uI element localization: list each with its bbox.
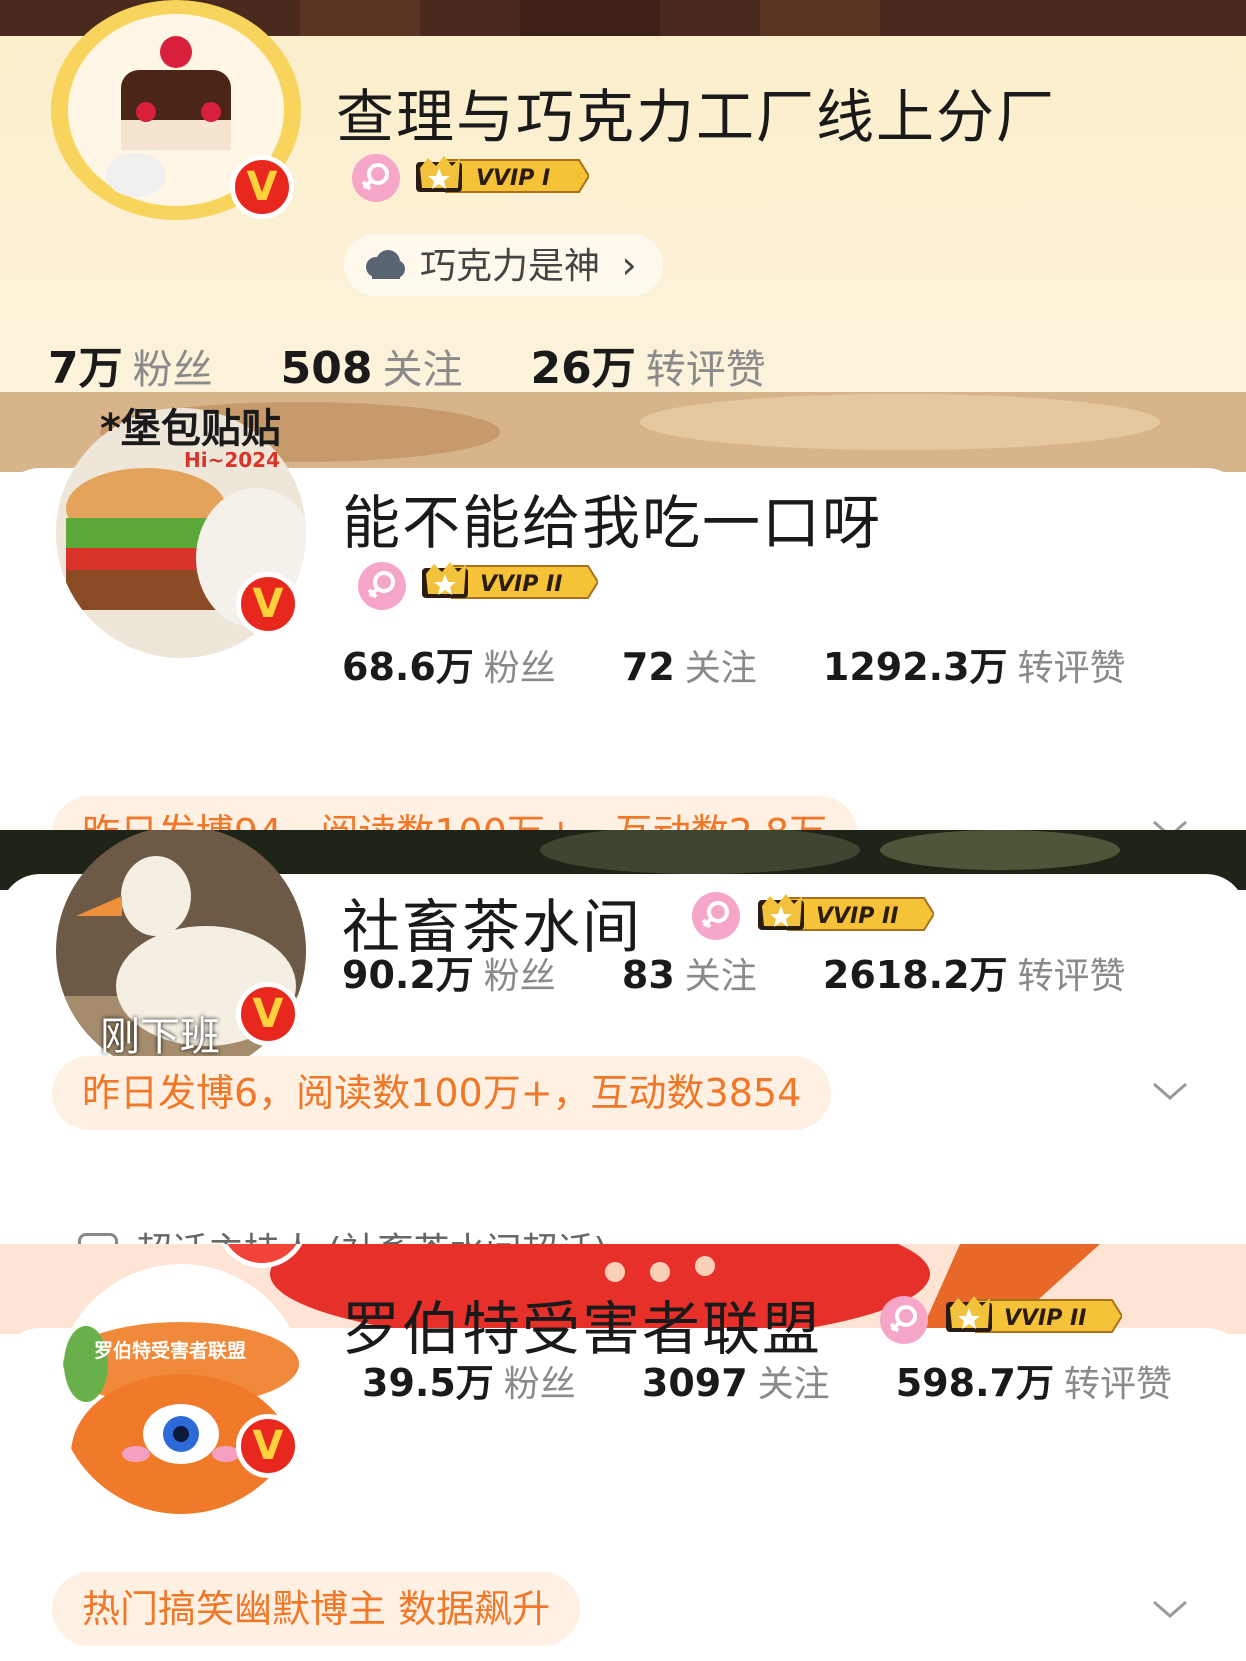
vvip-level-text: VVIP II [816,904,898,929]
chevron-down-icon[interactable] [1150,1076,1190,1106]
profile-panel-1: V 查理与巧克力工厂线上分厂 VVIP I 巧克力是神 › 7万 粉丝 508 关注… [0,0,1246,392]
female-gender-icon [692,892,740,940]
stats-row: 68.6万 粉丝 72 关注 1292.3万 转评赞 [342,636,1180,691]
avatar-subcaption: Hi~2024 [184,448,281,472]
followers-stat[interactable]: 90.2万 粉丝 [342,944,556,999]
female-gender-icon [358,562,406,610]
stats-row: 90.2万 粉丝 83 关注 2618.2万 转评赞 [342,944,1180,999]
profile-panel-3: 刚下班 V 社畜茶水间 VVIP II 90.2万 粉丝 83 关注 2618.2万… [0,830,1246,1244]
verified-v-icon: V [230,155,294,219]
cloud-icon [366,250,405,279]
stats-row: 7万 粉丝 508 关注 26万 转评赞 [48,332,820,392]
following-stat[interactable]: 508 关注 [281,337,463,392]
followers-stat[interactable]: 68.6万 粉丝 [342,636,556,691]
followers-stat[interactable]: 39.5万 粉丝 [362,1352,576,1407]
stats-row: 39.5万 粉丝 3097 关注 598.7万 转评赞 [362,1352,1226,1407]
supertopic-icon [78,1233,118,1244]
verified-v-icon: V [236,572,300,636]
following-stat[interactable]: 83 关注 [622,947,757,999]
interactions-stat[interactable]: 1292.3万 转评赞 [823,636,1126,691]
interactions-stat[interactable]: 2618.2万 转评赞 [823,944,1126,999]
following-stat[interactable]: 72 关注 [622,639,757,691]
account-name: 查理与巧克力工厂线上分厂 [336,83,1057,151]
supertopic-row[interactable]: 超话主持人 (社畜茶水间超话) [78,1222,608,1244]
supertopic-text: 超话主持人 (社畜茶水间超话) [136,1231,608,1244]
followers-stat[interactable]: 7万 粉丝 [48,332,213,392]
daily-summary-pill[interactable]: 热门搞笑幽默博主 数据飙升 [52,1572,581,1646]
bio-tag-pill[interactable]: 巧克力是神 › [344,234,663,296]
daily-summary-pill[interactable]: 昨日发博6，阅读数100万+，互动数3854 [52,1056,832,1130]
vvip-badge[interactable]: VVIP II [944,1294,1122,1338]
interactions-stat[interactable]: 598.7万 转评赞 [896,1352,1172,1407]
vvip-badge[interactable]: VVIP II [420,560,598,604]
female-gender-icon [880,1296,928,1344]
crown-icon: VVIP II [422,562,598,599]
crown-icon: VVIP I [416,156,589,193]
vvip-level-text: VVIP II [480,572,562,597]
crown-icon: VVIP II [758,894,934,931]
avatar-caption: 刚下班 [100,1014,220,1060]
chevron-right-icon: › [621,243,637,287]
chevron-down-icon[interactable] [1150,1594,1190,1624]
profile-panel-2: *堡包贴贴 Hi~2024 V 能不能给我吃一口呀 VVIP II 68.6万粉… [0,392,1246,830]
avatar-caption: 罗伯特受害者联盟 [94,1340,247,1362]
female-gender-icon [352,154,400,202]
interactions-stat[interactable]: 26万 转评赞 [530,332,765,392]
vvip-badge[interactable]: VVIP I [414,154,589,198]
bio-tag-text: 巧克力是神 [420,246,601,287]
following-stat[interactable]: 3097 关注 [642,1355,830,1407]
verified-v-icon: V [236,1414,300,1478]
crown-icon: VVIP II [946,1296,1122,1333]
vvip-badge[interactable]: VVIP II [756,892,934,936]
vvip-level-text: VVIP I [476,166,550,191]
profile-panel-4: 罗伯特受害者联盟 +1 V 罗伯特受害者联盟 VVIP II 39.5万粉丝 3… [0,1244,1246,1661]
vvip-level-text: VVIP II [1004,1306,1086,1331]
verified-v-icon: V [236,982,300,1046]
account-name: 能不能给我吃一口呀 [342,489,883,557]
daily-summary-pill[interactable]: 昨日发博94，阅读数100万+，互动数2.8万 [52,796,858,830]
chevron-down-icon[interactable] [1150,814,1190,830]
avatar-caption: *堡包贴贴 [100,406,281,452]
